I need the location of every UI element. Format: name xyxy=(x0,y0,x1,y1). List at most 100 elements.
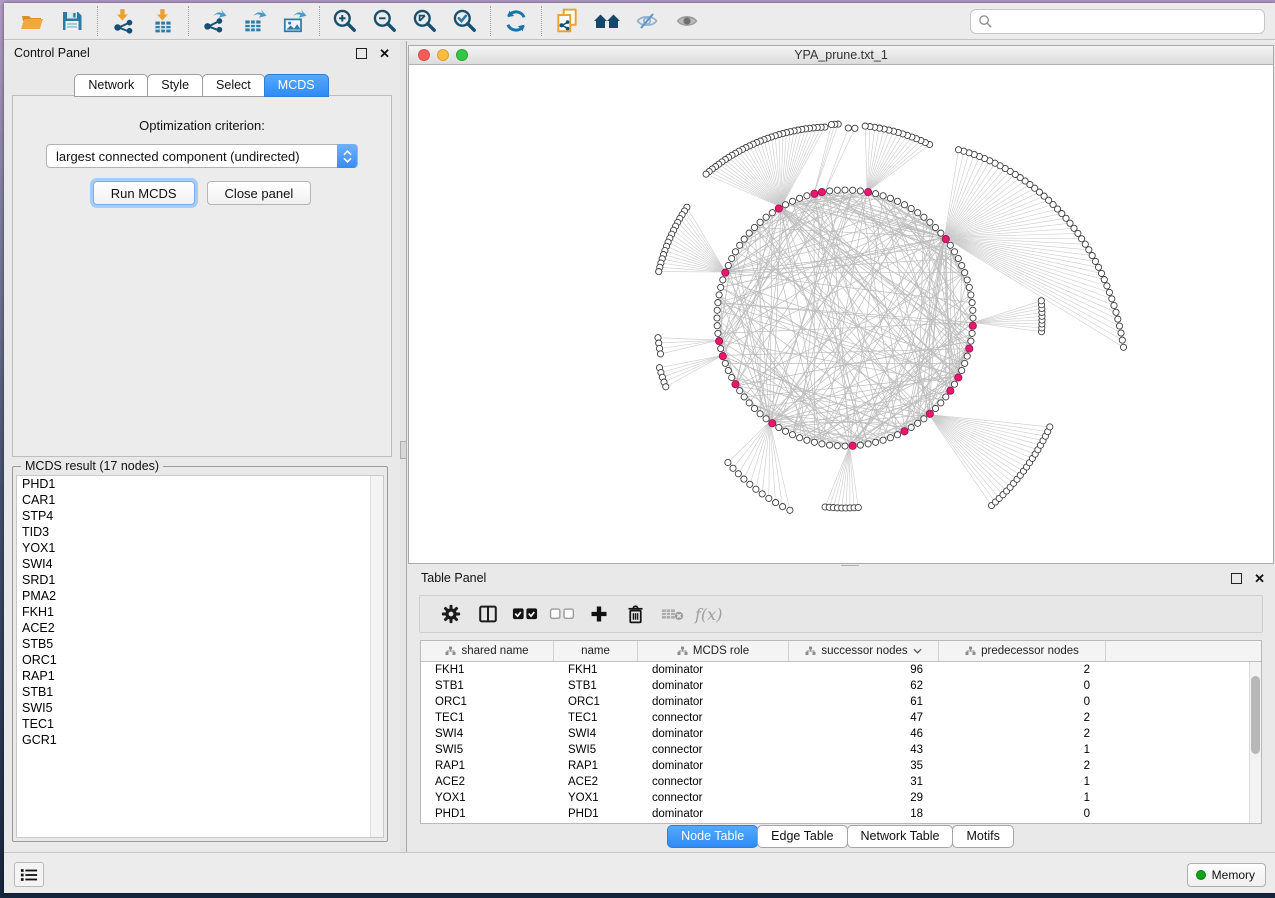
hide-selected-button[interactable] xyxy=(627,5,667,37)
table-cell[interactable]: 2 xyxy=(939,712,1106,724)
table-cell[interactable]: ORC1 xyxy=(554,696,638,708)
mcds-result-item[interactable]: ACE2 xyxy=(17,620,383,636)
network-graph[interactable] xyxy=(409,65,1273,562)
close-panel-button[interactable]: Close panel xyxy=(207,181,312,205)
table-cell[interactable]: TEC1 xyxy=(421,712,554,724)
table-cell[interactable]: dominator xyxy=(638,808,789,820)
unselect-all-checkboxes-button[interactable] xyxy=(543,598,580,630)
panel-menu-button[interactable] xyxy=(14,862,44,887)
table-cell[interactable]: connector xyxy=(638,776,789,788)
close-table-panel-icon[interactable]: ✕ xyxy=(1254,573,1265,584)
table-cell[interactable]: SWI5 xyxy=(554,744,638,756)
table-cell[interactable]: PHD1 xyxy=(421,808,554,820)
export-table-button[interactable] xyxy=(234,5,274,37)
import-network-button[interactable] xyxy=(103,5,143,37)
close-panel-icon[interactable]: ✕ xyxy=(379,48,390,59)
save-session-button[interactable] xyxy=(52,5,92,37)
table-cell[interactable]: 1 xyxy=(939,776,1106,788)
table-cell[interactable]: dominator xyxy=(638,760,789,772)
float-table-panel-icon[interactable] xyxy=(1231,573,1242,584)
mcds-result-item[interactable]: SWI4 xyxy=(17,556,383,572)
tab-style[interactable]: Style xyxy=(147,74,203,97)
table-cell[interactable]: connector xyxy=(638,744,789,756)
optimization-criterion-select[interactable]: largest connected component (undirected) xyxy=(46,144,358,168)
mcds-result-item[interactable]: TEC1 xyxy=(17,716,383,732)
table-cell[interactable]: 1 xyxy=(939,792,1106,804)
mcds-result-item[interactable]: STB5 xyxy=(17,636,383,652)
memory-button[interactable]: Memory xyxy=(1187,863,1266,887)
table-cell[interactable]: SWI4 xyxy=(421,728,554,740)
table-cell[interactable]: FKH1 xyxy=(421,664,554,676)
export-network-button[interactable] xyxy=(194,5,234,37)
mcds-result-item[interactable]: STP4 xyxy=(17,508,383,524)
table-cell[interactable]: 0 xyxy=(939,680,1106,692)
show-all-button[interactable] xyxy=(667,5,707,37)
table-cell[interactable]: connector xyxy=(638,792,789,804)
table-cell[interactable]: ACE2 xyxy=(421,776,554,788)
table-cell[interactable]: RAP1 xyxy=(421,760,554,772)
table-cell[interactable]: dominator xyxy=(638,696,789,708)
zoom-in-button[interactable] xyxy=(325,5,365,37)
tab-network[interactable]: Network xyxy=(74,74,148,97)
table-cell[interactable]: 2 xyxy=(939,664,1106,676)
mcds-result-item[interactable]: TID3 xyxy=(17,524,383,540)
table-cell[interactable]: 1 xyxy=(939,744,1106,756)
table-cell[interactable]: 47 xyxy=(789,712,939,724)
mcds-result-item[interactable]: SWI5 xyxy=(17,700,383,716)
select-all-checkboxes-button[interactable] xyxy=(506,598,543,630)
mcds-result-item[interactable]: PHD1 xyxy=(17,476,383,492)
tab-network-table[interactable]: Network Table xyxy=(847,825,954,848)
table-row[interactable]: TEC1TEC1connector472 xyxy=(421,710,1261,726)
table-cell[interactable]: YOX1 xyxy=(554,792,638,804)
tab-node-table[interactable]: Node Table xyxy=(667,825,758,848)
table-row[interactable]: PHD1PHD1dominator180 xyxy=(421,806,1261,822)
table-cell[interactable]: ORC1 xyxy=(421,696,554,708)
table-cell[interactable]: connector xyxy=(638,712,789,724)
mcds-result-item[interactable]: RAP1 xyxy=(17,668,383,684)
mcds-result-item[interactable]: CAR1 xyxy=(17,492,383,508)
mcds-result-item[interactable]: ORC1 xyxy=(17,652,383,668)
table-cell[interactable]: RAP1 xyxy=(554,760,638,772)
column-header-name[interactable]: name xyxy=(554,641,638,661)
table-cell[interactable]: SWI4 xyxy=(554,728,638,740)
delete-table-button[interactable] xyxy=(654,598,691,630)
split-columns-button[interactable] xyxy=(469,598,506,630)
mcds-result-item[interactable]: SRD1 xyxy=(17,572,383,588)
zoom-fit-button[interactable] xyxy=(405,5,445,37)
float-panel-icon[interactable] xyxy=(356,48,367,59)
table-cell[interactable]: YOX1 xyxy=(421,792,554,804)
zoom-selected-button[interactable] xyxy=(445,5,485,37)
table-cell[interactable]: dominator xyxy=(638,664,789,676)
network-canvas[interactable] xyxy=(409,65,1273,562)
table-cell[interactable]: TEC1 xyxy=(554,712,638,724)
table-scrollbar-thumb[interactable] xyxy=(1251,676,1260,754)
gear-button[interactable] xyxy=(432,598,469,630)
table-cell[interactable]: 43 xyxy=(789,744,939,756)
table-row[interactable]: ACE2ACE2connector311 xyxy=(421,774,1261,790)
table-cell[interactable]: 2 xyxy=(939,760,1106,772)
table-row[interactable]: SWI5SWI5connector431 xyxy=(421,742,1261,758)
table-row[interactable]: RAP1RAP1dominator352 xyxy=(421,758,1261,774)
table-cell[interactable]: 2 xyxy=(939,728,1106,740)
column-header-successor-nodes[interactable]: successor nodes xyxy=(789,641,939,661)
open-session-button[interactable] xyxy=(12,5,52,37)
table-row[interactable]: STB1STB1dominator620 xyxy=(421,678,1261,694)
tab-mcds[interactable]: MCDS xyxy=(264,74,329,97)
tab-motifs[interactable]: Motifs xyxy=(952,825,1013,848)
splitter-grip[interactable] xyxy=(400,441,407,459)
column-header-shared-name[interactable]: shared name xyxy=(421,641,554,661)
mcds-result-item[interactable]: PMA2 xyxy=(17,588,383,604)
table-row[interactable]: YOX1YOX1connector291 xyxy=(421,790,1261,806)
table-cell[interactable]: 29 xyxy=(789,792,939,804)
table-cell[interactable]: 0 xyxy=(939,808,1106,820)
table-cell[interactable]: 31 xyxy=(789,776,939,788)
table-cell[interactable]: 61 xyxy=(789,696,939,708)
zoom-out-button[interactable] xyxy=(365,5,405,37)
table-cell[interactable]: 18 xyxy=(789,808,939,820)
table-scrollbar[interactable] xyxy=(1249,662,1261,823)
add-column-button[interactable] xyxy=(580,598,617,630)
refresh-button[interactable] xyxy=(496,5,536,37)
mcds-result-item[interactable]: FKH1 xyxy=(17,604,383,620)
import-table-button[interactable] xyxy=(143,5,183,37)
search-field[interactable] xyxy=(970,9,1265,34)
